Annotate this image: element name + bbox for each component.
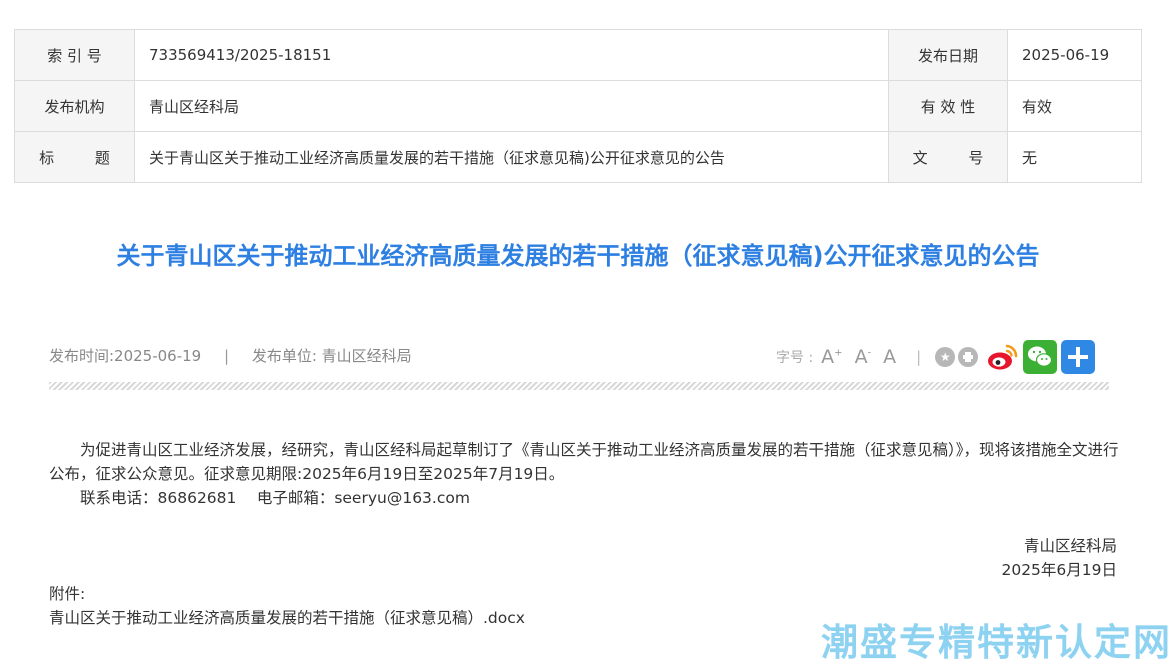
index-label: 索 引 号 — [14, 29, 135, 81]
contact-line: 联系电话：86862681 电子邮箱：seeryu@163.com — [80, 489, 470, 507]
signature-date: 2025年6月19日 — [1001, 561, 1117, 579]
title-label: 标 题 — [14, 131, 135, 183]
signature: 青山区经科局 2025年6月19日 — [1001, 534, 1117, 582]
publish-time: 发布时间:2025-06-19 — [49, 347, 202, 365]
favorite-icon[interactable]: ★ — [935, 347, 956, 367]
article-title: 关于青山区关于推动工业经济高质量发展的若干措施（征求意见稿)公开征求意见的公告 — [116, 242, 1040, 270]
publish-date-value: 2025-06-19 — [1007, 29, 1142, 81]
article-body: 为促进青山区工业经济发展，经研究，青山区经科局起草制订了《青山区关于推动工业经济… — [49, 438, 1119, 510]
metadata-table: 索 引 号 733569413/2025-18151 发布日期 2025-06-… — [14, 29, 1142, 183]
section-divider — [49, 382, 1109, 390]
font-small-button[interactable]: A — [883, 346, 896, 368]
publish-unit: 发布单位: 青山区经科局 — [251, 347, 412, 365]
weibo-icon[interactable] — [985, 340, 1019, 374]
title-value: 关于青山区关于推动工业经济高质量发展的若干措施（征求意见稿)公开征求意见的公告 — [134, 131, 889, 183]
doc-number-label: 文 号 — [888, 131, 1008, 183]
validity-value: 有效 — [1007, 80, 1142, 132]
attachment-label: 附件: — [49, 585, 86, 603]
info-separator: | — [224, 347, 230, 365]
article-toolbar: 字号 : A+ A- A | ★ — [776, 340, 1096, 374]
attachments: 附件: 青山区关于推动工业经济高质量发展的若干措施（征求意见稿）.docx — [49, 582, 525, 630]
watermark: 潮盛专精特新认定网 — [821, 621, 1172, 664]
font-size-label: 字号 : — [776, 350, 814, 366]
attachment-link[interactable]: 青山区关于推动工业经济高质量发展的若干措施（征求意见稿）.docx — [49, 606, 525, 630]
publish-date-label: 发布日期 — [888, 29, 1008, 81]
toolbar-separator: | — [916, 348, 922, 366]
doc-number-value: 无 — [1007, 131, 1142, 183]
index-value: 733569413/2025-18151 — [134, 29, 889, 81]
validity-label: 有 效 性 — [888, 80, 1008, 132]
print-icon[interactable] — [958, 347, 979, 367]
font-large-button[interactable]: A+ — [821, 346, 842, 368]
publisher-label: 发布机构 — [14, 80, 135, 132]
publisher-value: 青山区经科局 — [134, 80, 889, 132]
article-info: 发布时间:2025-06-19 | 发布单位: 青山区经科局 — [49, 345, 412, 366]
font-medium-button[interactable]: A- — [855, 346, 872, 368]
share-plus-icon[interactable] — [1061, 340, 1096, 374]
signature-org: 青山区经科局 — [1023, 537, 1117, 555]
body-paragraph: 为促进青山区工业经济发展，经研究，青山区经科局起草制订了《青山区关于推动工业经济… — [49, 441, 1119, 483]
wechat-icon[interactable] — [1023, 340, 1058, 374]
